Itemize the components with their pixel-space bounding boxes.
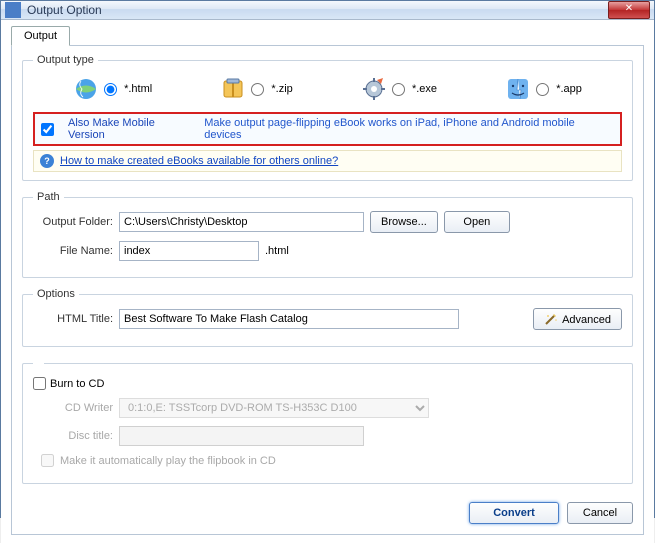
tab-output[interactable]: Output [11,26,70,46]
cancel-button[interactable]: Cancel [567,502,633,524]
radio-zip[interactable] [251,83,264,96]
output-type-legend: Output type [33,54,98,66]
mac-finder-icon [505,76,531,102]
label-zip: *.zip [271,83,292,95]
close-button[interactable]: ✕ [608,1,650,19]
footer: Convert Cancel [22,494,633,524]
mobile-desc: Make output page-flipping eBook works on… [204,117,614,141]
browse-button[interactable]: Browse... [370,211,438,233]
type-zip[interactable]: *.zip [220,76,292,102]
help-link[interactable]: How to make created eBooks available for… [60,155,338,167]
advanced-button[interactable]: Advanced [533,308,622,330]
output-option-window: Output Option ✕ Output Output type *.htm… [0,0,655,518]
radio-html[interactable] [104,83,117,96]
autoplay-label: Make it automatically play the flipbook … [60,455,276,467]
app-icon [5,2,21,18]
mobile-version-row: Also Make Mobile Version Make output pag… [33,112,622,146]
label-app: *.app [556,83,582,95]
open-button[interactable]: Open [444,211,510,233]
cd-writer-label: CD Writer [33,402,113,414]
type-exe[interactable]: *.exe [361,76,437,102]
mobile-checkbox[interactable] [41,123,54,136]
html-title-label: HTML Title: [33,313,113,325]
autoplay-checkbox[interactable] [41,454,54,467]
disc-title-label: Disc title: [33,430,113,442]
globe-icon [73,76,99,102]
convert-button[interactable]: Convert [469,502,559,524]
tabstrip: Output [11,26,644,46]
burn-check-label: Burn to CD [50,378,104,390]
advanced-label: Advanced [562,314,611,326]
titlebar: Output Option ✕ [1,1,654,20]
output-folder-input[interactable] [119,212,364,232]
label-exe: *.exe [412,83,437,95]
radio-exe[interactable] [392,83,405,96]
path-group: Path Output Folder: Browse... Open File … [22,191,633,278]
options-group: Options HTML Title: Advanced [22,288,633,347]
cd-writer-select[interactable]: 0:1:0,E: TSSTcorp DVD-ROM TS-H353C D100 [119,398,429,418]
options-legend: Options [33,288,79,300]
client-area: Output Output type *.html *.zip [1,20,654,543]
disc-title-input[interactable] [119,426,364,446]
label-html: *.html [124,83,152,95]
tab-panel: Output type *.html *.zip [11,45,644,535]
path-legend: Path [33,191,64,203]
type-html[interactable]: *.html [73,76,152,102]
file-name-input[interactable] [119,241,259,261]
file-ext-label: .html [265,245,289,257]
gear-icon [361,76,387,102]
radio-app[interactable] [536,83,549,96]
output-type-group: Output type *.html *.zip [22,54,633,181]
help-icon: ? [40,154,54,168]
type-app[interactable]: *.app [505,76,582,102]
help-row: ? How to make created eBooks available f… [33,150,622,172]
window-title: Output Option [27,3,608,17]
output-type-row: *.html *.zip *.exe * [33,74,622,110]
file-name-label: File Name: [33,245,113,257]
burn-checkbox[interactable] [33,377,46,390]
zip-icon [220,76,246,102]
burn-group: Burn to CD CD Writer 0:1:0,E: TSSTcorp D… [22,357,633,484]
html-title-input[interactable] [119,309,459,329]
mobile-check-label: Also Make Mobile Version [68,117,194,141]
wand-icon [544,312,558,326]
output-folder-label: Output Folder: [33,216,113,228]
